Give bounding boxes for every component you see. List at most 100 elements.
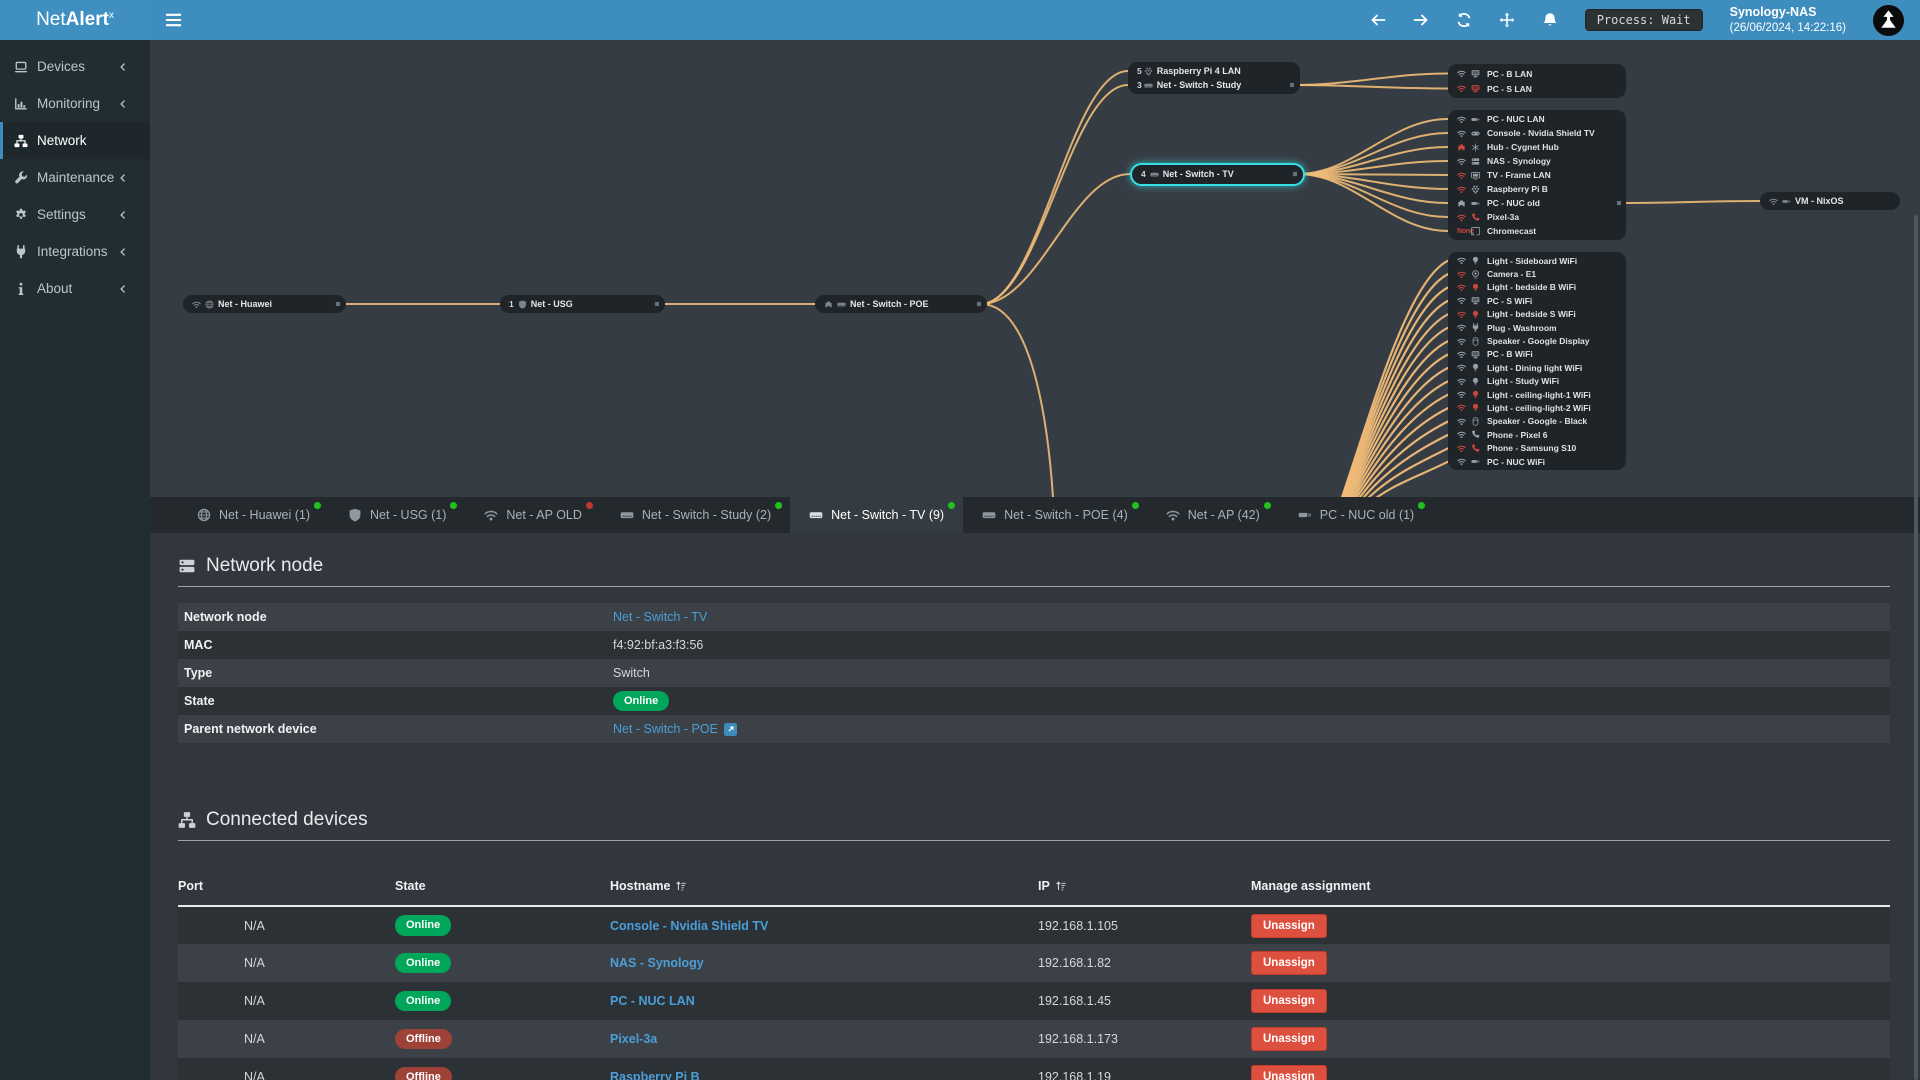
device-light-ceiling-light-1-wifi[interactable]: Light - ceiling-light-1 WiFi	[1448, 388, 1626, 401]
device-phone-pixel-6[interactable]: Phone - Pixel 6	[1448, 428, 1626, 441]
move-icon[interactable]	[1499, 12, 1515, 28]
node-huawei[interactable]: Net - Huawei	[183, 295, 346, 313]
nav-back-icon[interactable]	[1370, 12, 1386, 28]
unassign-button[interactable]: Unassign	[1251, 989, 1327, 1013]
device-label: Plug - Washroom	[1487, 322, 1557, 333]
tab-net-huawei-1-[interactable]: Net - Huawei (1)	[178, 497, 329, 533]
device-light-study-wifi[interactable]: Light - Study WiFi	[1448, 375, 1626, 388]
unassign-button[interactable]: Unassign	[1251, 1065, 1327, 1080]
sidebar-toggle-button[interactable]	[150, 0, 196, 40]
device-raspberry-pi-b[interactable]: Raspberry Pi B	[1448, 182, 1626, 196]
sidebar-item-integrations[interactable]: Integrations	[0, 233, 150, 270]
device-pc-s-wifi[interactable]: PC - S WiFi	[1448, 294, 1626, 307]
wifi-icon	[1457, 417, 1466, 426]
state-badge: Online	[395, 990, 452, 1012]
sidebar-item-maintenance[interactable]: Maintenance	[0, 159, 150, 196]
tab-pc-nuc-old-1-[interactable]: PC - NUC old (1)	[1279, 497, 1433, 533]
tab-net-ap-42-[interactable]: Net - AP (42)	[1147, 497, 1279, 533]
port-cell: N/A	[244, 1070, 265, 1080]
device-tv-frame-lan[interactable]: TV - Frame LAN	[1448, 168, 1626, 182]
hostname-link[interactable]: Console - Nvidia Shield TV	[610, 919, 768, 933]
device-pixel-3a[interactable]: Pixel-3a	[1448, 210, 1626, 224]
tab-net-switch-poe-4-[interactable]: Net - Switch - POE (4)	[963, 497, 1147, 533]
network-topology-canvas[interactable]: Net - Huawei 1 Net - USG Net - Switch - POE…	[150, 40, 1920, 497]
hostname-link[interactable]: Pixel-3a	[610, 1032, 657, 1046]
info-icon	[14, 282, 28, 296]
hostname-cell: Raspberry Pi B	[610, 1058, 1038, 1080]
tab-label: Net - AP OLD	[506, 508, 582, 522]
device-pc-nuc-lan[interactable]: PC - NUC LAN	[1448, 112, 1626, 126]
device-speaker-google-display[interactable]: Speaker - Google Display	[1448, 334, 1626, 347]
device-light-bedside-s-wifi[interactable]: Light - bedside S WiFi	[1448, 308, 1626, 321]
tab-net-usg-1-[interactable]: Net - USG (1)	[329, 497, 465, 533]
raspberry-icon	[1144, 67, 1153, 76]
device-pc-nuc-old[interactable]: PC - NUC old	[1448, 196, 1626, 210]
hostname-link[interactable]: NAS - Synology	[610, 956, 704, 970]
node-link[interactable]: Net - Switch - TV	[613, 610, 707, 624]
device-plug-washroom[interactable]: Plug - Washroom	[1448, 321, 1626, 334]
hostname-link[interactable]: Raspberry Pi B	[610, 1070, 700, 1080]
property-text: f4:92:bf:a3:f3:56	[613, 638, 704, 652]
device-type-slot	[1471, 310, 1487, 319]
node-poe[interactable]: Net - Switch - POE	[815, 295, 987, 313]
external-icon[interactable]	[724, 723, 737, 736]
connection-slot	[1457, 377, 1471, 386]
tab-net-ap-old[interactable]: Net - AP OLD	[465, 497, 601, 533]
switch-icon	[809, 508, 823, 522]
sidebar-item-monitoring[interactable]: Monitoring	[0, 85, 150, 122]
nav-forward-icon[interactable]	[1413, 12, 1429, 28]
node-raspberry-pi-4-lan[interactable]: 5 Raspberry Pi 4 LAN	[1128, 64, 1300, 78]
device-light-sideboard-wifi[interactable]: Light - Sideboard WiFi	[1448, 254, 1626, 267]
sidebar-item-devices[interactable]: Devices	[0, 48, 150, 85]
sidebar-item-settings[interactable]: Settings	[0, 196, 150, 233]
property-row-network-node: Network node Net - Switch - TV	[178, 603, 1890, 631]
node-tv[interactable]: 4 Net - Switch - TV	[1130, 162, 1305, 186]
node-net-switch-study[interactable]: 3 Net - Switch - Study	[1128, 78, 1300, 92]
avatar[interactable]	[1873, 5, 1904, 36]
node-detail-panel: Network node Network node Net - Switch - …	[150, 533, 1920, 1080]
connection-slot	[1457, 363, 1471, 372]
column-header-hostname[interactable]: Hostname	[610, 869, 1038, 907]
device-pc-nuc-wifi[interactable]: PC - NUC WiFi	[1448, 455, 1626, 468]
unassign-button[interactable]: Unassign	[1251, 913, 1327, 938]
tv-icon	[1471, 171, 1480, 180]
device-speaker-google-black[interactable]: Speaker - Google - Black	[1448, 415, 1626, 428]
device-hub-cygnet-hub[interactable]: Hub - Cygnet Hub	[1448, 140, 1626, 154]
device-pc-b-wifi[interactable]: PC - B WiFi	[1448, 348, 1626, 361]
property-row-parent-network-device: Parent network device Net - Switch - POE	[178, 715, 1890, 743]
unassign-button[interactable]: Unassign	[1251, 951, 1327, 975]
device-light-dining-light-wifi[interactable]: Light - Dining light WiFi	[1448, 361, 1626, 374]
device-camera-e1[interactable]: Camera - E1	[1448, 267, 1626, 280]
tab-net-switch-study-2-[interactable]: Net - Switch - Study (2)	[601, 497, 790, 533]
shield-icon	[518, 300, 527, 309]
hostname-link[interactable]: PC - NUC LAN	[610, 994, 695, 1008]
page-scrollbar[interactable]	[1914, 215, 1918, 1080]
unassign-button[interactable]: Unassign	[1251, 1027, 1327, 1051]
device-console-nvidia-shield-tv[interactable]: Console - Nvidia Shield TV	[1448, 126, 1626, 140]
node-link[interactable]: Net - Switch - POE	[613, 722, 718, 736]
speaker-icon	[1471, 417, 1480, 426]
node-nixos[interactable]: VM - NixOS	[1760, 192, 1900, 210]
usb-icon	[1298, 508, 1312, 522]
device-light-bedside-b-wifi[interactable]: Light - bedside B WiFi	[1448, 281, 1626, 294]
device-nas-synology[interactable]: NAS - Synology	[1448, 154, 1626, 168]
device-light-ceiling-light-2-wifi[interactable]: Light - ceiling-light-2 WiFi	[1448, 401, 1626, 414]
refresh-icon[interactable]	[1456, 12, 1472, 28]
node-usg[interactable]: 1 Net - USG	[500, 295, 665, 313]
sidebar-item-about[interactable]: About	[0, 270, 150, 307]
device-phone-samsung-s10[interactable]: Phone - Samsung S10	[1448, 441, 1626, 454]
sidebar-item-network[interactable]: Network	[0, 122, 150, 159]
connected-devices-section: Connected devices Port State Hostname IP Man…	[178, 809, 1890, 1080]
app-logo[interactable]: Net Alert x	[0, 0, 150, 40]
connection-slot	[1457, 444, 1471, 453]
server-icon	[1471, 157, 1480, 166]
bell-icon[interactable]	[1542, 12, 1558, 28]
hostname-cell: NAS - Synology	[610, 944, 1038, 982]
device-chromecast[interactable]: None Chromecast	[1448, 224, 1626, 238]
column-header-ip[interactable]: IP	[1038, 869, 1251, 907]
device-pc-b-lan[interactable]: PC - B LAN	[1448, 66, 1626, 81]
property-label: Parent network device	[184, 722, 317, 736]
tab-net-switch-tv-9-[interactable]: Net - Switch - TV (9)	[790, 497, 964, 533]
connection-slot	[1457, 323, 1471, 332]
device-pc-s-lan[interactable]: PC - S LAN	[1448, 81, 1626, 96]
